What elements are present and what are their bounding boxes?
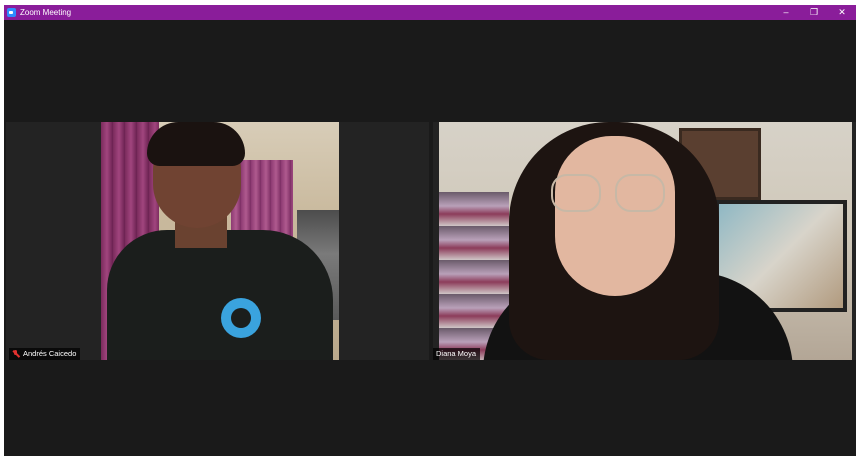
zoom-app-icon (7, 8, 16, 17)
title-bar[interactable]: Zoom Meeting – ❐ ✕ (4, 5, 856, 20)
glasses-lens (551, 174, 601, 212)
participant-face (555, 136, 675, 296)
participant-video (439, 122, 852, 360)
glasses-lens (615, 174, 665, 212)
participant-name: Andrés Caicedo (23, 349, 77, 358)
video-tile-andres[interactable]: Andrés Caicedo (6, 122, 429, 360)
meeting-stage: Andrés Caicedo Diana Moya (4, 20, 856, 456)
participant-hair (147, 122, 245, 166)
zoom-window: Zoom Meeting – ❐ ✕ Andrés Caicedo Diana … (4, 5, 856, 456)
minimize-button[interactable]: – (772, 5, 800, 20)
window-controls: – ❐ ✕ (772, 5, 856, 20)
close-button[interactable]: ✕ (828, 5, 856, 20)
window-title: Zoom Meeting (20, 8, 72, 17)
restore-button[interactable]: ❐ (800, 5, 828, 20)
participant-name-tag: Andrés Caicedo (9, 348, 81, 360)
participant-video (101, 122, 339, 360)
shirt-logo (221, 298, 261, 338)
muted-mic-icon (12, 350, 19, 358)
video-tile-diana[interactable]: Diana Moya (433, 122, 856, 360)
participant-body (107, 230, 333, 360)
participant-name-tag: Diana Moya (433, 348, 481, 360)
participant-name: Diana Moya (436, 349, 477, 358)
